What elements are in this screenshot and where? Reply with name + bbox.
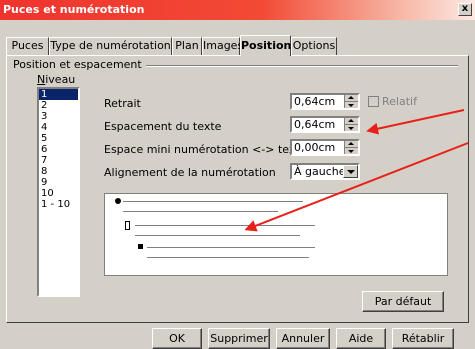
level-item[interactable]: 2 (39, 100, 78, 111)
par-defaut-label: Par défaut (374, 295, 432, 308)
tab-options[interactable]: Options (291, 37, 337, 55)
relatif-label: Relatif (382, 95, 417, 108)
level-item[interactable]: 1 (39, 89, 78, 100)
preview-line (135, 225, 315, 226)
espace-mini-value[interactable]: 0,00cm (294, 141, 335, 154)
spinner-arrows-icon[interactable] (344, 118, 358, 131)
retrait-spinner[interactable]: 0,64cm (290, 93, 360, 110)
spinner-arrows-icon[interactable] (344, 141, 358, 154)
tab-puces[interactable]: Puces (6, 37, 49, 55)
numbering-preview (104, 193, 448, 276)
bullet-level-2-icon (125, 221, 130, 230)
level-item[interactable]: 7 (39, 155, 78, 166)
level-listbox[interactable]: 1 2 3 4 5 6 7 8 9 10 1 - 10 (37, 87, 80, 297)
alignement-value[interactable]: À gauche (294, 165, 346, 178)
level-item[interactable]: 5 (39, 133, 78, 144)
espace-mini-label: Espace mini numérotation <-> texte (104, 143, 307, 156)
bullet-level-1-icon (115, 198, 121, 204)
level-item[interactable]: 1 - 10 (39, 199, 78, 210)
section-title: Position et espacement (13, 58, 146, 71)
ok-button[interactable]: OK (152, 328, 202, 349)
annuler-button[interactable]: Annuler (276, 328, 330, 349)
retablir-button[interactable]: Rétablir (392, 328, 454, 349)
close-button[interactable]: x (458, 3, 472, 16)
section-divider (118, 65, 458, 67)
supprimer-button[interactable]: Supprimer (208, 328, 270, 349)
window-title: Puces et numérotation (3, 3, 145, 16)
espacement-value[interactable]: 0,64cm (294, 118, 335, 131)
level-item[interactable]: 4 (39, 122, 78, 133)
aide-button[interactable]: Aide (336, 328, 386, 349)
preview-line (123, 201, 303, 202)
alignement-label: Alignement de la numérotation (104, 166, 276, 179)
tab-plan[interactable]: Plan (172, 37, 202, 55)
tab-images[interactable]: Images (202, 37, 243, 55)
alignement-select[interactable]: À gauche (290, 163, 360, 180)
bullet-level-3-icon (138, 244, 143, 249)
espacement-spinner[interactable]: 0,64cm (290, 116, 360, 133)
preview-line (135, 235, 300, 236)
par-defaut-button[interactable]: Par défaut (362, 291, 444, 312)
window-titlebar: Puces et numérotation x (0, 0, 475, 20)
chevron-down-icon[interactable] (343, 165, 358, 178)
level-item[interactable]: 8 (39, 166, 78, 177)
level-item[interactable]: 3 (39, 111, 78, 122)
retrait-label: Retrait (104, 97, 141, 110)
level-item[interactable]: 6 (39, 144, 78, 155)
preview-line (147, 257, 309, 258)
spinner-arrows-icon[interactable] (344, 95, 358, 108)
tab-type-de-numerotation[interactable]: Type de numérotation (49, 37, 172, 55)
niveau-label: Niveau (37, 73, 76, 86)
retrait-value[interactable]: 0,64cm (294, 95, 335, 108)
level-item[interactable]: 10 (39, 188, 78, 199)
relatif-checkbox[interactable] (368, 96, 379, 107)
preview-line (147, 247, 315, 248)
preview-line (123, 211, 278, 212)
espace-mini-spinner[interactable]: 0,00cm (290, 139, 360, 156)
tab-position[interactable]: Position (240, 35, 291, 56)
espacement-label: Espacement du texte (104, 120, 222, 133)
level-item[interactable]: 9 (39, 177, 78, 188)
